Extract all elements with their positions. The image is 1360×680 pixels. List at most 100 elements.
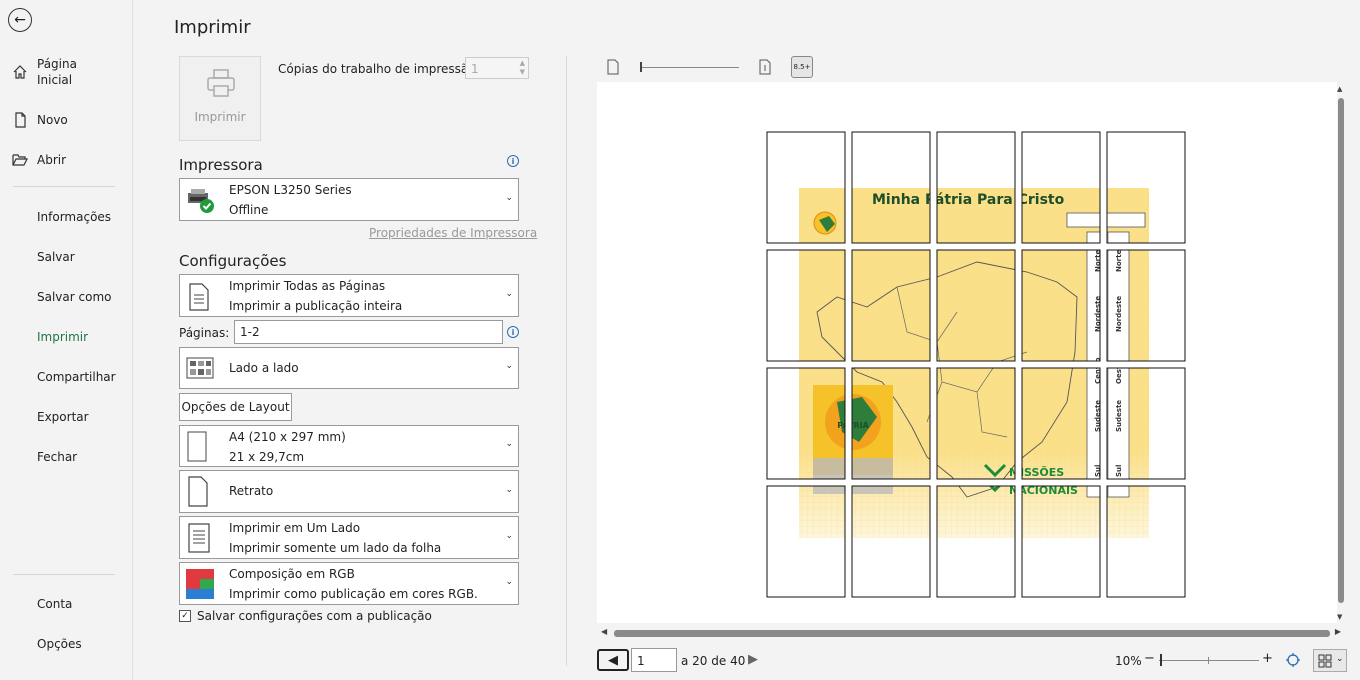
measure-toggle[interactable]: 8.5+ <box>791 56 813 78</box>
page-slider-track[interactable] <box>640 67 739 68</box>
previous-page-button[interactable]: ◀ <box>597 649 629 671</box>
preview-canvas: Minha Pátria Para Cristo Norte Norte Nor… <box>757 122 1197 602</box>
multi-page-icon[interactable] <box>758 59 772 75</box>
copies-input[interactable]: 1 ▲ ▼ <box>465 57 529 79</box>
page-slider-thumb[interactable] <box>640 62 642 72</box>
nav-item-save[interactable]: Salvar <box>0 247 133 267</box>
pages-icon <box>189 283 209 311</box>
printer-status: Offline <box>229 203 269 217</box>
zoom-slider-thumb[interactable] <box>1160 654 1162 666</box>
color-desc: Imprimir como publicação em cores RGB. <box>229 587 478 601</box>
nav-item-open[interactable]: Abrir <box>0 150 133 170</box>
nav-item-label: Abrir <box>37 153 67 167</box>
nav-item-label: Imprimir <box>37 330 89 344</box>
nav-item-save-as[interactable]: Salvar como <box>0 287 133 307</box>
orientation-select[interactable]: Retrato ⌄ <box>179 470 519 513</box>
printer-properties-link[interactable]: Propriedades de Impressora <box>369 226 537 240</box>
pages-label: Páginas: <box>179 326 230 340</box>
chevron-down-icon: ⌄ <box>505 192 513 203</box>
backstage-nav: ← Página Inicial Novo Abrir Informações … <box>0 0 133 680</box>
svg-text:PÁTRIA: PÁTRIA <box>837 419 869 430</box>
next-page-button[interactable]: ▶ <box>748 652 758 667</box>
chevron-down-icon: ⌄ <box>505 576 513 587</box>
print-range-title: Imprimir Todas as Páginas <box>229 279 386 293</box>
nav-item-export[interactable]: Exportar <box>0 407 133 427</box>
nav-item-account[interactable]: Conta <box>0 594 133 614</box>
layout-select[interactable]: Lado a lado ⌄ <box>179 347 519 389</box>
chevron-down-icon: ⌄ <box>505 484 513 495</box>
scroll-left-icon[interactable]: ◀ <box>601 627 607 636</box>
scroll-thumb[interactable] <box>614 630 1330 637</box>
nav-item-close[interactable]: Fechar <box>0 447 133 467</box>
scroll-thumb[interactable] <box>1338 98 1344 603</box>
caret-left-icon: ◀ <box>608 652 618 668</box>
print-button[interactable]: Imprimir <box>179 56 261 141</box>
nav-item-label: Exportar <box>37 410 89 424</box>
paper-size-select[interactable]: A4 (210 x 297 mm) 21 x 29,7cm ⌄ <box>179 425 519 467</box>
arrow-left-icon: ← <box>14 12 26 28</box>
paper-icon <box>187 431 207 462</box>
scroll-up-icon[interactable]: ▲ <box>1337 85 1342 93</box>
nav-item-new[interactable]: Novo <box>0 110 133 130</box>
region-label: Sudeste <box>1115 400 1123 432</box>
color-select[interactable]: Composição em RGB Imprimir como publicaç… <box>179 562 519 605</box>
page-total: a 20 de 40 <box>681 654 746 668</box>
save-settings-label: Salvar configurações com a publicação <box>197 609 432 623</box>
zoom-out-button[interactable]: − <box>1144 651 1155 666</box>
single-page-icon[interactable] <box>606 59 620 75</box>
layout-value: Lado a lado <box>229 361 299 375</box>
sides-desc: Imprimir somente um lado da folha <box>229 541 442 555</box>
print-range-desc: Imprimir a publicação inteira <box>229 299 403 313</box>
color-title: Composição em RGB <box>229 567 355 581</box>
info-icon[interactable]: i <box>507 326 519 338</box>
portrait-icon <box>188 476 208 507</box>
nav-item-print[interactable]: Imprimir <box>0 327 133 347</box>
preview-toolbar: 8.5+ <box>597 55 1357 81</box>
horizontal-scrollbar[interactable]: ◀ ▶ <box>597 626 1347 640</box>
nav-divider <box>13 186 115 187</box>
nav-item-label: Informações <box>37 210 112 224</box>
view-mode-dropdown[interactable]: ⌄ <box>1313 649 1347 672</box>
zoom-slider[interactable] <box>1159 660 1259 661</box>
nav-item-options[interactable]: Opções <box>0 634 133 654</box>
back-button[interactable]: ← <box>8 8 32 32</box>
nav-item-label: Página Inicial <box>37 57 77 87</box>
pages-value: 1-2 <box>240 325 260 339</box>
nav-item-label: Conta <box>37 597 73 611</box>
nav-item-label: Salvar <box>37 250 75 264</box>
current-page: 1 <box>637 654 645 668</box>
sides-select[interactable]: Imprimir em Um Lado Imprimir somente um … <box>179 516 519 559</box>
info-icon[interactable]: i <box>507 155 519 167</box>
nav-item-share[interactable]: Compartilhar <box>0 367 133 387</box>
save-settings-checkbox[interactable]: ✓ Salvar configurações com a publicação <box>179 609 432 623</box>
printer-status-icon <box>188 189 214 213</box>
open-folder-icon <box>12 154 28 166</box>
paper-size-desc: 21 x 29,7cm <box>229 450 305 464</box>
printer-icon <box>207 69 235 97</box>
region-label: Sul <box>1115 465 1123 477</box>
print-range-select[interactable]: Imprimir Todas as Páginas Imprimir a pub… <box>179 274 519 317</box>
nav-item-home[interactable]: Página Inicial <box>0 55 133 89</box>
nav-item-label: Fechar <box>37 450 78 464</box>
printer-select[interactable]: EPSON L3250 Series Offline ⌄ <box>179 178 519 221</box>
page-number-input[interactable]: 1 <box>631 648 677 672</box>
vertical-scrollbar[interactable]: ▲ ▼ <box>1336 82 1346 623</box>
nav-item-info[interactable]: Informações <box>0 207 133 227</box>
zoom-in-button[interactable]: + <box>1262 651 1273 666</box>
copies-spinner[interactable]: ▲ ▼ <box>520 59 525 77</box>
scroll-down-icon[interactable]: ▼ <box>1337 613 1342 621</box>
scroll-right-icon[interactable]: ▶ <box>1335 627 1341 636</box>
new-document-icon <box>15 112 26 128</box>
settings-heading: Configurações <box>179 252 287 270</box>
tile-layout-icon <box>186 357 214 379</box>
copies-label: Cópias do trabalho de impressão: <box>278 62 480 76</box>
grid-view-icon <box>1318 654 1332 668</box>
pages-input[interactable]: 1-2 <box>234 320 503 344</box>
paper-size-title: A4 (210 x 297 mm) <box>229 430 346 444</box>
poster-title: Minha Pátria Para Cristo <box>872 192 1065 208</box>
layout-options-button[interactable]: Opções de Layout <box>179 393 292 421</box>
poster-thumbnail: PÁTRIA <box>813 385 893 494</box>
print-preview: Minha Pátria Para Cristo Norte Norte Nor… <box>597 82 1337 623</box>
region-label: Norte <box>1115 250 1123 272</box>
fit-page-icon[interactable] <box>1285 652 1301 668</box>
